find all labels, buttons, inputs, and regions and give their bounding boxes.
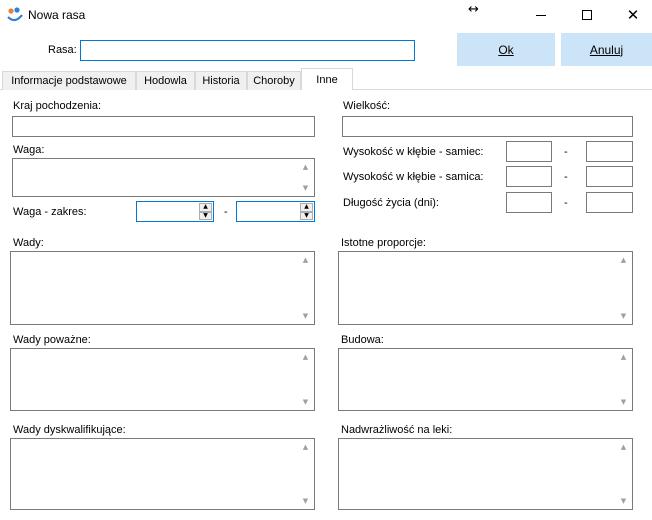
wady-dyskwalifikujace-scrollbar[interactable]: ▲ ▼ <box>297 439 314 509</box>
scroll-down-icon[interactable]: ▼ <box>297 181 314 195</box>
dlugosc-zycia-separator: - <box>564 197 568 209</box>
waga-scrollbar[interactable]: ▲ ▼ <box>297 159 314 196</box>
waga-max-spinner[interactable]: ▲ ▼ <box>236 201 315 222</box>
spin-up-icon[interactable]: ▲ <box>199 203 212 212</box>
wysokosc-samica-min-input[interactable] <box>506 166 552 187</box>
wysokosc-samiec-label: Wysokość w kłębie - samiec: <box>343 146 484 158</box>
cancel-button-label: Anuluj <box>589 42 624 57</box>
wady-scrollbar[interactable]: ▲ ▼ <box>297 252 314 324</box>
wielkosc-label: Wielkość: <box>343 100 391 112</box>
wysokosc-samica-label: Wysokość w kłębie - samica: <box>343 171 484 183</box>
tab-historia[interactable]: Historia <box>195 71 247 90</box>
scroll-down-icon[interactable]: ▼ <box>297 309 314 323</box>
wysokosc-samica-max-input[interactable] <box>586 166 633 187</box>
wady-dyskwalifikujace-label: Wady dyskwalifikujące: <box>13 424 126 436</box>
spin-up-icon[interactable]: ▲ <box>300 203 313 212</box>
scroll-up-icon[interactable]: ▲ <box>615 440 632 454</box>
maximize-icon <box>582 10 592 20</box>
nadwrazliwosc-na-leki-label: Nadwrażliwość na leki: <box>341 424 453 436</box>
dlugosc-zycia-max-input[interactable] <box>586 192 633 213</box>
ok-button[interactable]: Ok <box>457 33 555 66</box>
window-title: Nowa rasa <box>28 8 86 22</box>
app-logo-icon <box>7 7 23 22</box>
waga-min-spinner[interactable]: ▲ ▼ <box>136 201 214 222</box>
wady-label: Wady: <box>13 237 44 249</box>
tab-choroby[interactable]: Choroby <box>247 71 301 90</box>
istotne-proporcje-scrollbar[interactable]: ▲ ▼ <box>615 252 632 324</box>
wielkosc-input[interactable] <box>342 116 633 137</box>
resize-cursor-icon: ↔ <box>468 2 479 17</box>
waga-range-separator: - <box>224 206 228 218</box>
tab-inne[interactable]: Inne <box>301 68 353 90</box>
ok-button-label: Ok <box>498 42 514 57</box>
minimize-icon <box>536 14 546 16</box>
wysokosc-samiec-min-input[interactable] <box>506 141 552 162</box>
scroll-down-icon[interactable]: ▼ <box>615 395 632 409</box>
scroll-down-icon[interactable]: ▼ <box>297 494 314 508</box>
tab-hodowla[interactable]: Hodowla <box>136 71 195 90</box>
wady-powazne-label: Wady poważne: <box>13 334 91 346</box>
budowa-scrollbar[interactable]: ▲ ▼ <box>615 349 632 410</box>
waga-zakres-label: Waga - zakres: <box>13 206 87 218</box>
scroll-down-icon[interactable]: ▼ <box>297 395 314 409</box>
scroll-up-icon[interactable]: ▲ <box>297 350 314 364</box>
scroll-up-icon[interactable]: ▲ <box>615 253 632 267</box>
tab-informacje-podstawowe[interactable]: Informacje podstawowe <box>2 71 136 90</box>
dlugosc-zycia-min-input[interactable] <box>506 192 552 213</box>
budowa-label: Budowa: <box>341 334 384 346</box>
cancel-button[interactable]: Anuluj <box>561 33 652 66</box>
scroll-down-icon[interactable]: ▼ <box>615 309 632 323</box>
wysokosc-samiec-separator: - <box>564 146 568 158</box>
wysokosc-samiec-max-input[interactable] <box>586 141 633 162</box>
spin-down-icon[interactable]: ▼ <box>300 211 313 220</box>
close-button[interactable]: ✕ <box>610 0 652 30</box>
scroll-up-icon[interactable]: ▲ <box>297 253 314 267</box>
budowa-textarea[interactable]: ▲ ▼ <box>338 348 633 411</box>
rasa-label: Rasa: <box>48 44 77 56</box>
wady-powazne-textarea[interactable]: ▲ ▼ <box>10 348 315 411</box>
minimize-button[interactable] <box>518 0 564 30</box>
close-icon: ✕ <box>626 5 640 24</box>
wady-powazne-scrollbar[interactable]: ▲ ▼ <box>297 349 314 410</box>
spin-down-icon[interactable]: ▼ <box>199 211 212 220</box>
istotne-proporcje-label: Istotne proporcje: <box>341 237 426 249</box>
rasa-input[interactable] <box>80 40 415 61</box>
maximize-button[interactable] <box>564 0 610 30</box>
scroll-down-icon[interactable]: ▼ <box>615 494 632 508</box>
waga-label: Waga: <box>13 144 45 156</box>
waga-textarea[interactable]: ▲ ▼ <box>12 158 315 197</box>
title-bar: Nowa rasa ↔ ✕ <box>0 0 652 30</box>
scroll-up-icon[interactable]: ▲ <box>297 440 314 454</box>
istotne-proporcje-textarea[interactable]: ▲ ▼ <box>338 251 633 325</box>
wysokosc-samica-separator: - <box>564 171 568 183</box>
kraj-pochodzenia-label: Kraj pochodzenia: <box>13 100 102 112</box>
nadwrazliwosc-scrollbar[interactable]: ▲ ▼ <box>615 439 632 509</box>
scroll-up-icon[interactable]: ▲ <box>615 350 632 364</box>
wady-dyskwalifikujace-textarea[interactable]: ▲ ▼ <box>10 438 315 510</box>
kraj-pochodzenia-input[interactable] <box>12 116 315 137</box>
wady-textarea[interactable]: ▲ ▼ <box>10 251 315 325</box>
scroll-up-icon[interactable]: ▲ <box>297 160 314 174</box>
nadwrazliwosc-na-leki-textarea[interactable]: ▲ ▼ <box>338 438 633 510</box>
dlugosc-zycia-label: Długość życia (dni): <box>343 197 439 209</box>
